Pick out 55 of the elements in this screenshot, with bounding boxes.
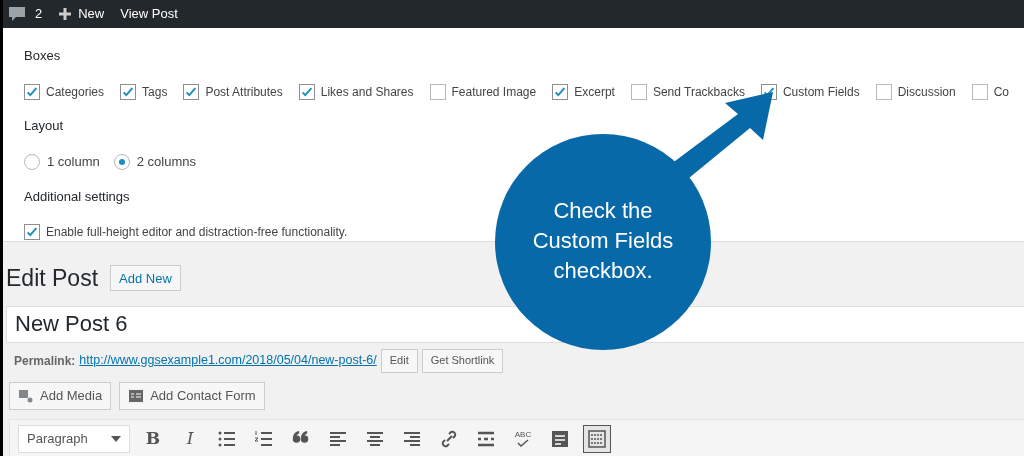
checkbox[interactable] <box>24 224 40 240</box>
checkbox-label: Categories <box>46 83 105 101</box>
checkbox[interactable] <box>552 83 569 100</box>
checkbox-label: Post Attributes <box>205 83 283 101</box>
section-heading: Layout <box>24 116 64 135</box>
checkbox[interactable] <box>875 83 892 100</box>
toolbar-button[interactable]: B <box>139 424 167 453</box>
form-icon <box>128 387 145 404</box>
radio-label: 2 columns <box>136 153 196 171</box>
checkbox-label: Tags <box>142 83 168 101</box>
format-dropdown[interactable]: Paragraph <box>18 424 130 453</box>
section-heading: Additional settings <box>24 187 130 206</box>
caret-icon <box>111 435 121 442</box>
checkbox-label: Enable full-height editor and distraction-free functionality. <box>46 224 348 241</box>
checkbox-label: Excerpt <box>574 83 615 101</box>
checkbox[interactable] <box>24 83 40 100</box>
media-icon <box>18 387 34 404</box>
checkbox[interactable] <box>429 83 446 100</box>
checkbox-label: Discussion <box>897 83 956 101</box>
numbered-list-icon <box>254 428 274 449</box>
toolbar-toggle-icon <box>587 428 607 449</box>
edit-button[interactable]: Edit <box>380 348 418 373</box>
section-heading: Boxes <box>24 47 61 65</box>
new-link[interactable]: New <box>58 4 105 24</box>
radio-button[interactable] <box>113 153 130 170</box>
radio-button[interactable] <box>24 153 40 170</box>
permalink-label: Permalink: <box>14 352 76 370</box>
toolbar-button[interactable]: I <box>176 424 204 453</box>
checkbox-label: Featured Image <box>451 83 537 101</box>
add-new-button[interactable]: Add New <box>110 265 181 292</box>
plus-icon <box>58 7 73 21</box>
link-icon <box>439 428 459 449</box>
callout-text: Check the Custom Fields checkbox. <box>531 197 675 285</box>
form-icon <box>550 428 570 449</box>
get-shortlink-button[interactable]: Get Shortlink <box>421 348 504 373</box>
view-post-link[interactable]: View Post <box>120 4 178 24</box>
page-heading: Edit Post <box>6 264 99 293</box>
checkbox[interactable] <box>298 83 315 100</box>
toolbar-button[interactable] <box>583 424 611 453</box>
media-button[interactable]: Add Contact Form <box>119 381 265 410</box>
checkbox[interactable] <box>630 83 647 100</box>
checkbox[interactable] <box>120 83 137 100</box>
checkbox-label: Likes and Shares <box>320 83 414 101</box>
speech-bubble-icon <box>7 4 27 24</box>
comments-link[interactable]: 2 <box>7 4 43 24</box>
radio-label: 1 column <box>47 153 100 171</box>
toolbar-button[interactable]: ABC <box>509 424 537 453</box>
media-button[interactable]: Add Media <box>9 381 112 410</box>
permalink-link[interactable]: http://www.ggsexample1.com/2018/05/04/new-post-6/ <box>79 351 377 370</box>
checkbox[interactable] <box>183 83 200 100</box>
checkbox[interactable] <box>971 83 988 100</box>
checkbox-label: Co <box>993 83 1009 101</box>
checkmark-icon <box>517 438 529 447</box>
checkbox-label: Send Trackbacks <box>652 83 745 101</box>
checkbox-label: Custom Fields <box>782 83 860 101</box>
